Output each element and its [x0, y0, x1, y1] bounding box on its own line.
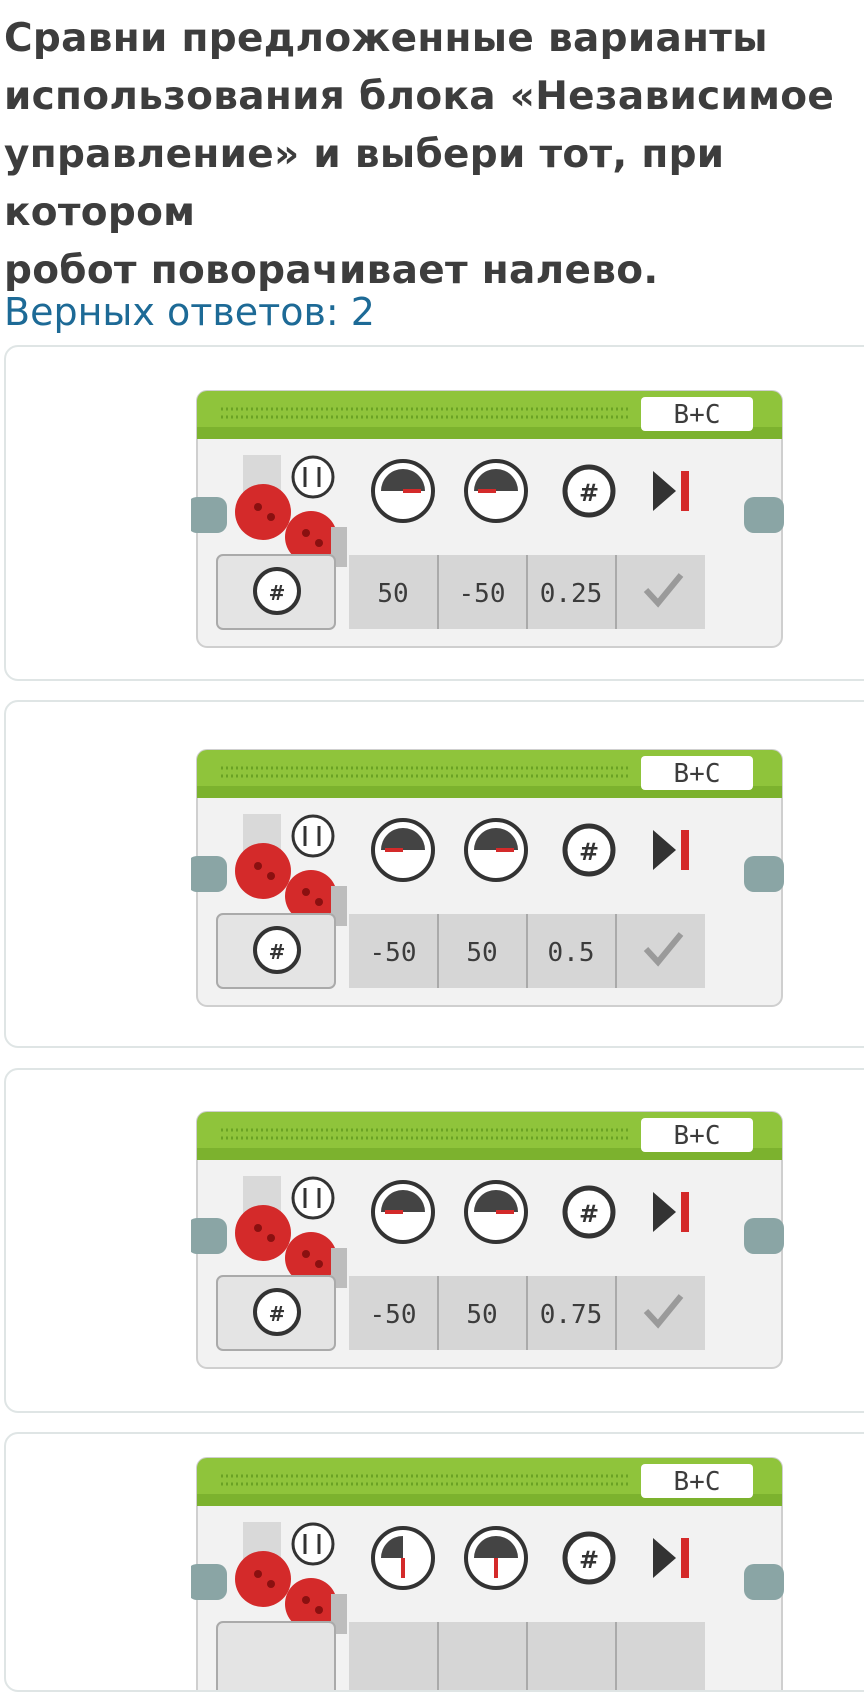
correct-answers-count: Верных ответов: 2 [4, 290, 375, 334]
svg-text:50: 50 [466, 1300, 497, 1330]
left-power-value[interactable]: -50 [370, 938, 417, 968]
sequence-output-connector[interactable] [744, 1218, 784, 1254]
svg-text:B+C: B+C [674, 400, 721, 430]
sequence-input-connector[interactable] [191, 1564, 227, 1600]
svg-text:-50: -50 [370, 1300, 417, 1330]
svg-text:#: # [269, 581, 286, 605]
rotations-value[interactable]: 0.75 [540, 1300, 603, 1330]
port-label[interactable]: B+C [641, 756, 753, 790]
port-label[interactable]: B+C [641, 397, 753, 431]
left-power-value[interactable]: -50 [370, 1300, 417, 1330]
right-power-value[interactable]: -50 [459, 579, 506, 609]
svg-text:0.5: 0.5 [548, 938, 595, 968]
svg-text:50: 50 [466, 938, 497, 968]
left-power-gauge-icon [371, 818, 435, 882]
svg-text:0.75: 0.75 [540, 1300, 603, 1330]
port-label[interactable]: B+C [641, 1118, 753, 1152]
sequence-output-connector[interactable] [744, 497, 784, 533]
svg-text:#: # [269, 1302, 286, 1326]
svg-text:#: # [579, 479, 599, 507]
settings-mode-icon[interactable] [291, 1522, 335, 1566]
answer-option-1[interactable]: B+C # # 50 -50 0.25 [4, 345, 864, 681]
mode-selector-button[interactable]: # [216, 913, 336, 989]
rotations-value[interactable]: 0.25 [540, 579, 603, 609]
right-power-value[interactable]: 50 [466, 1300, 497, 1330]
right-power-gauge-icon [464, 818, 528, 882]
right-power-value[interactable]: 50 [466, 938, 497, 968]
svg-text:#: # [579, 1200, 599, 1228]
answer-option-4[interactable]: B+C # [4, 1432, 864, 1692]
right-power-gauge-icon [464, 1526, 528, 1590]
svg-text:-50: -50 [370, 938, 417, 968]
motor-block-image: B+C # [191, 1457, 784, 1692]
left-power-gauge-icon [371, 1526, 435, 1590]
rotations-icon: # [562, 1185, 616, 1239]
mode-selector-button[interactable] [216, 1621, 336, 1692]
question-text: Сравни предложенные варианты использован… [4, 16, 835, 293]
right-power-gauge-icon [464, 1180, 528, 1244]
sequence-output-connector[interactable] [744, 1564, 784, 1600]
left-power-gauge-icon [371, 459, 435, 523]
sequence-output-connector[interactable] [744, 856, 784, 892]
right-power-gauge-icon [464, 459, 528, 523]
left-power-gauge-icon [371, 1180, 435, 1244]
settings-mode-icon[interactable] [291, 814, 335, 858]
sequence-input-connector[interactable] [191, 856, 227, 892]
mode-selector-button[interactable]: # [216, 1275, 336, 1351]
sequence-input-connector[interactable] [191, 1218, 227, 1254]
settings-mode-icon[interactable] [291, 1176, 335, 1220]
svg-text:B+C: B+C [674, 1467, 721, 1497]
svg-text:50: 50 [377, 579, 408, 609]
mode-selector-button[interactable]: # [216, 554, 336, 630]
rotations-icon: # [562, 464, 616, 518]
motor-block-image: B+C # [191, 390, 784, 648]
answer-option-2[interactable]: B+C # # -50 50 0.5 [4, 700, 864, 1048]
left-power-value[interactable]: 50 [377, 579, 408, 609]
svg-text:#: # [579, 838, 599, 866]
sequence-input-connector[interactable] [191, 497, 227, 533]
svg-text:-50: -50 [459, 579, 506, 609]
rotations-icon: # [562, 1531, 616, 1585]
rotations-value[interactable]: 0.5 [548, 938, 595, 968]
motor-block-image: B+C # [191, 1111, 784, 1369]
answer-option-3[interactable]: B+C # # -50 50 0.75 [4, 1068, 864, 1413]
svg-text:0.25: 0.25 [540, 579, 603, 609]
svg-text:#: # [269, 940, 286, 964]
settings-mode-icon[interactable] [291, 455, 335, 499]
motor-block-image: B+C # [191, 749, 784, 1007]
svg-text:B+C: B+C [674, 1121, 721, 1151]
svg-text:#: # [579, 1546, 599, 1574]
rotations-icon: # [562, 823, 616, 877]
port-label[interactable]: B+C [641, 1464, 753, 1498]
svg-text:B+C: B+C [674, 759, 721, 789]
